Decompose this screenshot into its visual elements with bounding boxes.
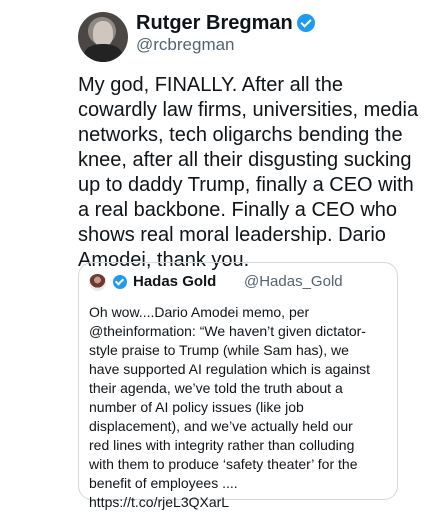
tweet-card: Rutger Bregman @rcbregman My god, FINALL…: [0, 0, 448, 512]
quoted-author-avatar[interactable]: [89, 274, 106, 291]
author-handle[interactable]: @rcbregman: [136, 34, 315, 56]
verified-badge-icon: [296, 14, 315, 32]
author-info: Rutger Bregman @rcbregman: [136, 12, 315, 56]
quoted-tweet-text: Oh wow....Dario Amodei memo, per @theinf…: [89, 304, 370, 510]
avatar-face: [93, 21, 113, 46]
quoted-author-handle[interactable]: @Hadas_Gold: [244, 273, 343, 291]
author-display-name[interactable]: Rutger Bregman: [136, 12, 293, 34]
tweet-text: My god, FINALLY. After all the cowardly …: [78, 74, 419, 271]
quoted-tweet[interactable]: Hadas Gold @Hadas_Gold Oh wow....Dario A…: [78, 262, 398, 510]
verified-badge-icon: [113, 275, 127, 289]
quoted-tweet-header: Hadas Gold @Hadas_Gold: [89, 273, 387, 297]
quoted-author-display-name[interactable]: Hadas Gold: [133, 273, 216, 291]
avatar-shirt: [84, 44, 122, 62]
author-avatar[interactable]: [78, 12, 128, 62]
